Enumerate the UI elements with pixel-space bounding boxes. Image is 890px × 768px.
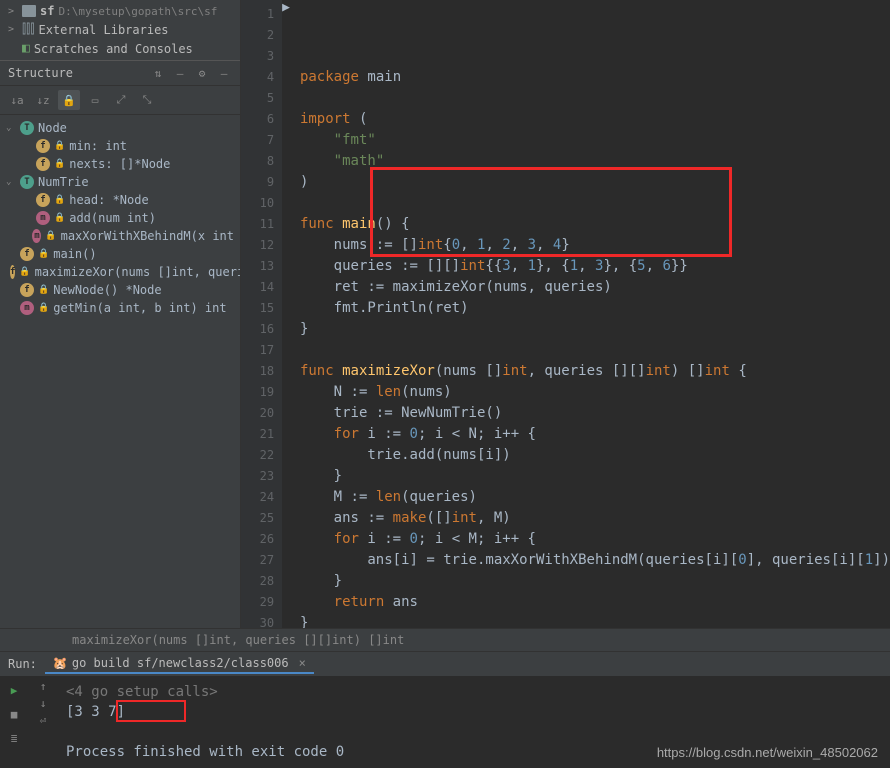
code-line[interactable]: trie.add(nums[i]): [300, 445, 890, 466]
softwrap-icon[interactable]: ⏎: [34, 714, 52, 727]
run-tab-title: go build sf/newclass2/class006: [72, 656, 289, 670]
stop-icon[interactable]: ■: [4, 704, 24, 724]
code-line[interactable]: N := len(nums): [300, 382, 890, 403]
code-line[interactable]: ans := make([]int, M): [300, 508, 890, 529]
code-line[interactable]: queries := [][]int{{3, 1}, {1, 3}, {5, 6…: [300, 256, 890, 277]
code-line[interactable]: nums := []int{0, 1, 2, 3, 4}: [300, 235, 890, 256]
autoscroll-from-icon[interactable]: ⤡: [136, 90, 158, 110]
code-line[interactable]: fmt.Println(ret): [300, 298, 890, 319]
collapse-icon[interactable]: —: [172, 65, 188, 81]
expand-icon[interactable]: ⇅: [150, 65, 166, 81]
project-root[interactable]: > sf D:\mysetup\gopath\src\sf: [0, 2, 240, 20]
gear-icon[interactable]: ⚙: [194, 65, 210, 81]
scratches-icon: ◧: [22, 41, 30, 56]
structure-item[interactable]: ⌄TNode: [0, 119, 240, 137]
folder-icon[interactable]: ▭: [84, 90, 106, 110]
run-toolbar: ▶ ■ ≣: [0, 676, 30, 768]
hide-icon[interactable]: —: [216, 65, 232, 81]
code-line[interactable]: for i := 0; i < N; i++ {: [300, 424, 890, 445]
code-line[interactable]: trie := NewNumTrie(): [300, 403, 890, 424]
show-fields-icon[interactable]: 🔒: [58, 90, 80, 110]
chevron-right-icon[interactable]: >: [8, 24, 18, 35]
code-line[interactable]: [300, 340, 890, 361]
code-line[interactable]: "fmt": [300, 130, 890, 151]
project-root-name: sf: [40, 4, 54, 18]
library-icon: ⫿⫿⫿: [22, 22, 34, 37]
external-libraries[interactable]: > ⫿⫿⫿ External Libraries: [0, 20, 240, 39]
run-label: Run:: [8, 657, 37, 671]
code-line[interactable]: func main() {: [300, 214, 890, 235]
code-line[interactable]: }: [300, 466, 890, 487]
output-line: [66, 722, 880, 742]
project-tree: > sf D:\mysetup\gopath\src\sf > ⫿⫿⫿ Exte…: [0, 0, 240, 60]
code-line[interactable]: import (: [300, 109, 890, 130]
watermark: https://blog.csdn.net/weixin_48502062: [657, 745, 878, 760]
code-line[interactable]: ans[i] = trie.maxXorWithXBehindM(queries…: [300, 550, 890, 571]
structure-item[interactable]: m🔒add(num int): [0, 209, 240, 227]
output-line: <4 go setup calls>: [66, 682, 880, 702]
code-line[interactable]: }: [300, 613, 890, 628]
code-editor[interactable]: 1234567891011121314151617181920212223242…: [241, 0, 890, 628]
close-icon[interactable]: ×: [299, 656, 306, 670]
gutter: 1234567891011121314151617181920212223242…: [241, 0, 282, 628]
code-line[interactable]: [300, 193, 890, 214]
chevron-right-icon[interactable]: >: [8, 6, 18, 17]
folder-icon: [22, 5, 36, 17]
structure-tree: ⌄TNodef🔒min: intf🔒nexts: []*Node⌄TNumTri…: [0, 115, 240, 321]
run-gutter-icon[interactable]: ▶: [282, 0, 290, 628]
project-root-path: D:\mysetup\gopath\src\sf: [58, 5, 217, 18]
sort-alpha-icon[interactable]: ↓a: [6, 90, 28, 110]
structure-title: Structure: [8, 66, 73, 80]
structure-item[interactable]: m🔒getMin(a int, b int) int: [0, 299, 240, 317]
layout-icon[interactable]: ≣: [4, 728, 24, 748]
scratches-label: Scratches and Consoles: [34, 42, 193, 56]
code-line[interactable]: package main: [300, 67, 890, 88]
structure-item[interactable]: m🔒maxXorWithXBehindM(x int: [0, 227, 240, 245]
run-tab[interactable]: 🐹 go build sf/newclass2/class006 ×: [45, 654, 314, 674]
code-line[interactable]: }: [300, 319, 890, 340]
sort-visibility-icon[interactable]: ↓z: [32, 90, 54, 110]
scratches[interactable]: ◧ Scratches and Consoles: [0, 39, 240, 58]
structure-item[interactable]: f🔒main(): [0, 245, 240, 263]
code-line[interactable]: M := len(queries): [300, 487, 890, 508]
code-line[interactable]: for i := 0; i < M; i++ {: [300, 529, 890, 550]
code-line[interactable]: }: [300, 571, 890, 592]
structure-item[interactable]: f🔒maximizeXor(nums []int, querie: [0, 263, 240, 281]
structure-item[interactable]: f🔒NewNode() *Node: [0, 281, 240, 299]
rerun-icon[interactable]: ▶: [4, 680, 24, 700]
code-line[interactable]: return ans: [300, 592, 890, 613]
structure-item[interactable]: ⌄TNumTrie: [0, 173, 240, 191]
output-line: [3 3 7]: [66, 702, 880, 722]
left-panel: > sf D:\mysetup\gopath\src\sf > ⫿⫿⫿ Exte…: [0, 0, 241, 628]
code-area[interactable]: package main import ( "fmt" "math") func m…: [290, 0, 890, 628]
structure-item[interactable]: f🔒nexts: []*Node: [0, 155, 240, 173]
code-line[interactable]: ret := maximizeXor(nums, queries): [300, 277, 890, 298]
structure-item[interactable]: f🔒head: *Node: [0, 191, 240, 209]
autoscroll-icon[interactable]: ⤢: [110, 90, 132, 110]
breadcrumb[interactable]: maximizeXor(nums []int, queries [][]int)…: [0, 628, 890, 651]
down-icon[interactable]: ↓: [34, 697, 52, 710]
external-libs-label: External Libraries: [38, 23, 168, 37]
code-line[interactable]: "math": [300, 151, 890, 172]
structure-item[interactable]: f🔒min: int: [0, 137, 240, 155]
structure-panel: Structure ⇅ — ⚙ — ↓a ↓z 🔒 ▭ ⤢ ⤡ ⌄TNodef🔒…: [0, 60, 240, 628]
structure-toolbar: ↓a ↓z 🔒 ▭ ⤢ ⤡: [0, 86, 240, 115]
up-icon[interactable]: ↑: [34, 680, 52, 693]
code-line[interactable]: [300, 88, 890, 109]
code-line[interactable]: func maximizeXor(nums []int, queries [][…: [300, 361, 890, 382]
code-line[interactable]: ): [300, 172, 890, 193]
go-icon: 🐹: [53, 656, 68, 670]
